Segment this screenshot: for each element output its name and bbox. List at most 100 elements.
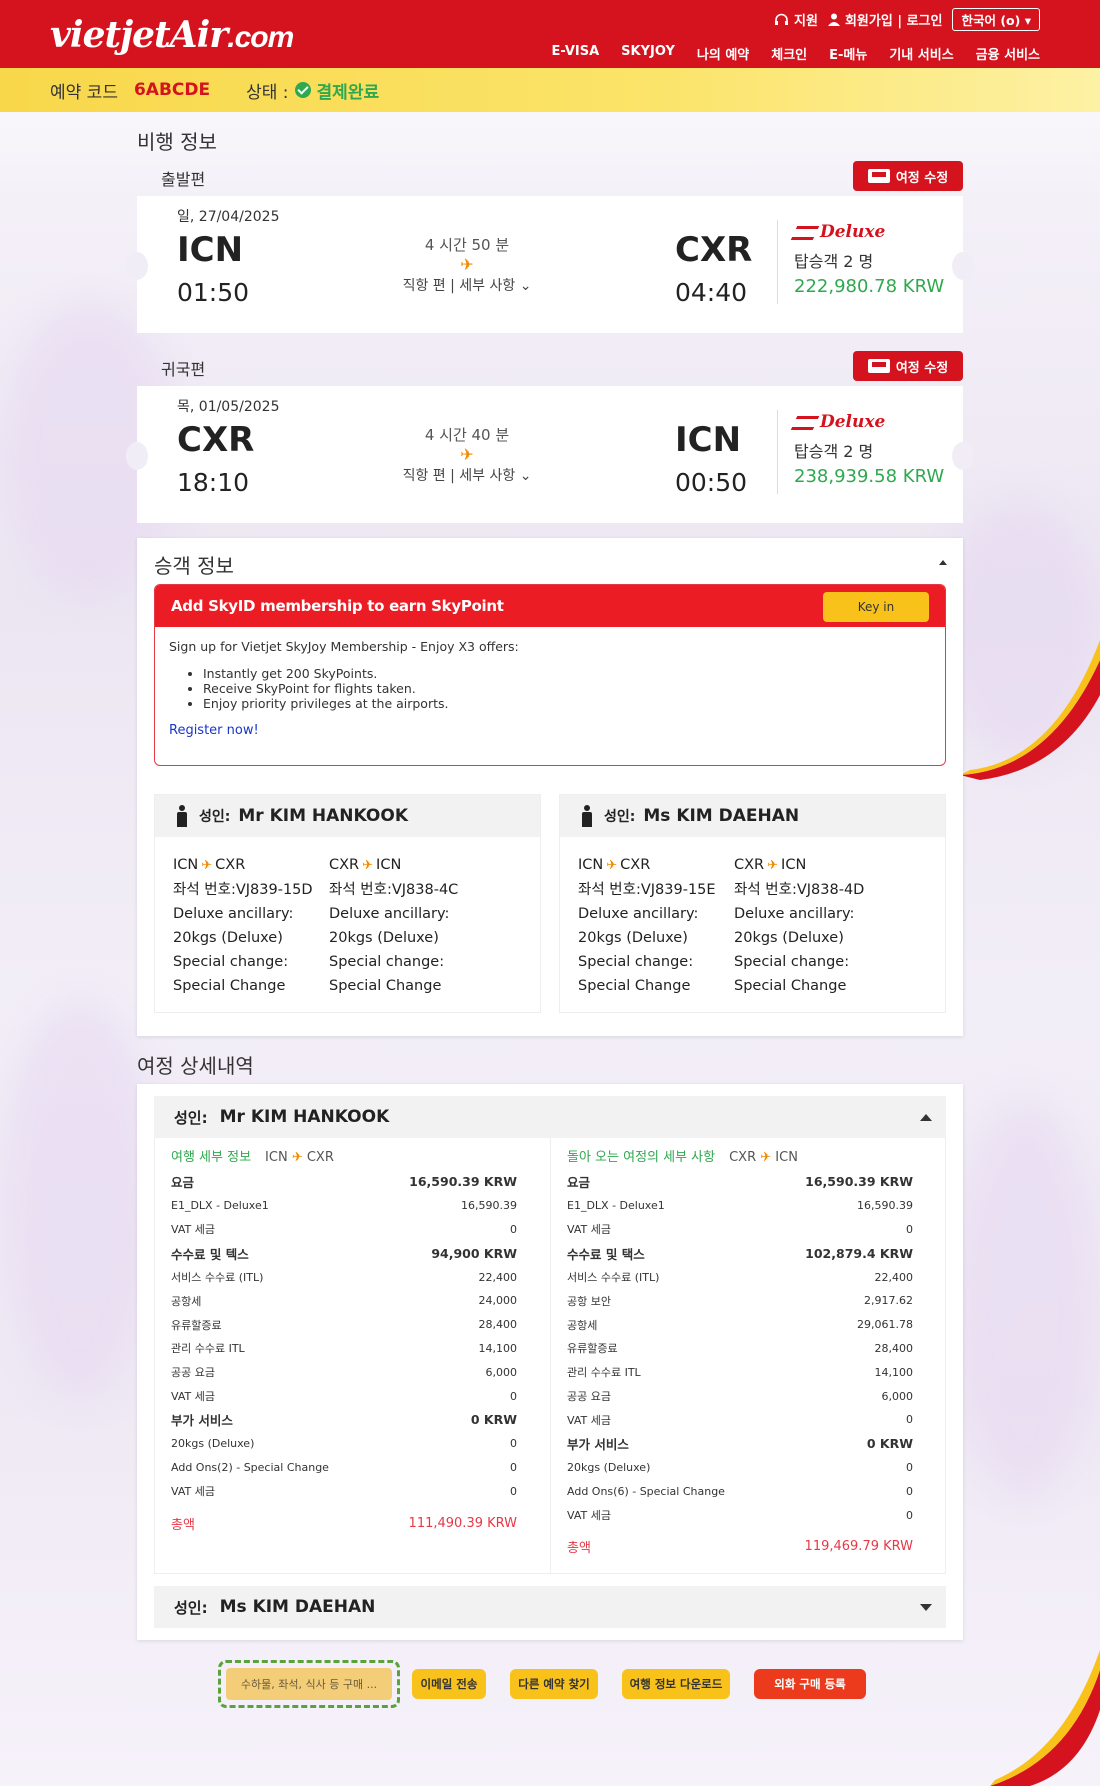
collapse-icon[interactable]	[920, 1114, 932, 1121]
vietjet-logo[interactable]: vietjetAir.com	[50, 14, 294, 56]
breakdown-rows: 요금 16,590.39 KRW E1_DLX - Deluxe1 16,590.39…	[171, 1170, 517, 1503]
person-icon	[582, 805, 592, 827]
ancillary: Deluxe ancillary: 20kgs (Deluxe)	[173, 906, 294, 946]
fee-value: 94,900 KRW	[431, 1245, 517, 1261]
status-badge: 결제완료	[316, 82, 380, 103]
top-header: vietjetAir.com 지원 회원가입 | 로그인 한국어 (o) ▾ E…	[0, 0, 1100, 68]
passenger-leg: ICN ✈ CXR 좌석 번호:VJ839-15E Deluxe ancillary…	[578, 853, 743, 998]
passenger-name: Ms KIM DAEHAN	[643, 806, 800, 826]
special-change: Special change: Special Change	[734, 954, 850, 994]
download-itinerary-button[interactable]: 여행 정보 다운로드	[622, 1669, 730, 1699]
fee-value: 16,590.39	[461, 1199, 517, 1213]
card-notch	[952, 252, 974, 280]
fee-row: 수수료 및 택스 102,879.4 KRW	[567, 1241, 913, 1265]
total-row: 총액 119,469.79 KRW	[567, 1539, 913, 1557]
chevron-down-icon: ⌄	[519, 468, 532, 484]
ancillary: Deluxe ancillary: 20kgs (Deluxe)	[578, 906, 699, 946]
nav-checkin[interactable]: 체크인	[771, 44, 807, 63]
flight-duration-block: 4 시간 40 분 ✈ 직항 편 | 세부 사항 ⌄	[367, 424, 567, 485]
expand-icon[interactable]	[920, 1604, 932, 1611]
fx-purchase-button[interactable]: 외화 구매 등록	[754, 1669, 866, 1699]
fee-value: 14,100	[478, 1341, 518, 1355]
register-link[interactable]: Register now!	[169, 723, 931, 738]
fee-label: 공공 요금	[171, 1366, 215, 1380]
inbound-label: 귀국편	[161, 360, 206, 379]
fee-value: 6,000	[881, 1389, 914, 1403]
fee-label: 수수료 및 텍스	[171, 1246, 249, 1262]
arrival-time: 00:50	[675, 468, 748, 497]
passenger-type: 성인:	[199, 809, 231, 825]
fee-value: 0 KRW	[866, 1436, 913, 1452]
skyid-benefits: Instantly get 200 SkyPoints. Receive Sky…	[203, 666, 931, 711]
fee-row: VAT 세금 0	[171, 1384, 517, 1408]
fee-row: 유류할증료 28,400	[567, 1337, 913, 1361]
fee-label: VAT 세금	[171, 1223, 215, 1237]
flight-info-title: 비행 정보	[137, 130, 217, 154]
find-other-booking-button[interactable]: 다른 예약 찾기	[510, 1669, 598, 1699]
departure-time: 18:10	[177, 468, 250, 497]
fee-label: 공공 요금	[567, 1390, 611, 1404]
booking-code: 6ABCDE	[133, 80, 211, 100]
fee-label: 유류할증료	[171, 1318, 222, 1332]
plane-icon: ✈	[291, 1150, 303, 1165]
outbound-label: 출발편	[161, 170, 206, 189]
flight-detail-link[interactable]: 직항 편 | 세부 사항 ⌄	[367, 465, 567, 485]
fee-label: E1_DLX - Deluxe1	[567, 1199, 665, 1213]
plane-icon: ✈	[460, 255, 474, 274]
fee-row: 요금 16,590.39 KRW	[171, 1170, 517, 1194]
nav-e-menu[interactable]: E-메뉴	[829, 44, 867, 63]
passenger-leg: ICN ✈ CXR 좌석 번호:VJ839-15D Deluxe ancillary…	[173, 853, 338, 998]
fee-row: 공공 요금 6,000	[567, 1384, 913, 1408]
fee-row: VAT 세금 0	[171, 1218, 517, 1242]
flight-date: 일, 27/04/2025	[177, 209, 280, 225]
flight-detail-link[interactable]: 직항 편 | 세부 사항 ⌄	[367, 275, 567, 295]
fee-row: 관리 수수료 ITL 14,100	[567, 1360, 913, 1384]
fee-value: 0	[906, 1413, 913, 1427]
passenger-name: Ms KIM DAEHAN	[219, 1597, 376, 1617]
leg-route: ICN ✈ CXR	[173, 857, 246, 873]
passenger-details-header-collapsed[interactable]: 성인: Ms KIM DAEHAN	[154, 1586, 946, 1628]
action-bar: 수하물, 좌석, 식사 등 구매 ... 이메일 전송 다른 예약 찾기 여행 …	[0, 1660, 1100, 1720]
headset-icon	[775, 13, 789, 25]
keyin-button[interactable]: Key in	[823, 592, 929, 622]
fee-value: 16,590.39 KRW	[805, 1174, 913, 1190]
send-email-button[interactable]: 이메일 전송	[412, 1669, 486, 1699]
nav-financial-service[interactable]: 금융 서비스	[976, 44, 1040, 63]
passenger-details-header[interactable]: 성인: Mr KIM HANKOOK	[154, 1096, 946, 1138]
nav-evisa[interactable]: E-VISA	[552, 44, 600, 63]
modify-outbound-button[interactable]: 여정 수정	[853, 161, 963, 191]
language-select[interactable]: 한국어 (o) ▾	[952, 8, 1040, 31]
passenger-info-title: 승객 정보	[154, 554, 234, 578]
itinerary-details-title: 여정 상세내역	[137, 1054, 254, 1078]
passenger-type: 성인:	[174, 1108, 208, 1127]
breakdown-rows: 요금 16,590.39 KRW E1_DLX - Deluxe1 16,590.39…	[567, 1170, 913, 1527]
collapse-icon[interactable]	[939, 560, 947, 565]
departure-time: 01:50	[177, 278, 250, 307]
inbound-flight-card: 목, 01/05/2025 CXR 18:10 4 시간 40 분 ✈ 직항 편…	[126, 386, 974, 523]
purchase-addons-button[interactable]: 수하물, 좌석, 식사 등 구매 ...	[218, 1660, 400, 1708]
fee-row: 공항세 24,000	[171, 1289, 517, 1313]
leg-route: CXR ✈ ICN	[734, 857, 807, 873]
deluxe-logo: Deluxe	[790, 222, 944, 242]
divider	[777, 410, 778, 494]
fee-row: 공공 요금 6,000	[171, 1360, 517, 1384]
modify-inbound-button[interactable]: 여정 수정	[853, 351, 963, 381]
fee-label: VAT 세금	[567, 1223, 611, 1237]
fee-value: 0	[510, 1437, 517, 1451]
fee-row: 유류할증료 28,400	[171, 1313, 517, 1337]
fee-row: 서비스 수수료 (ITL) 22,400	[171, 1265, 517, 1289]
fee-row: VAT 세금 0	[567, 1218, 913, 1242]
flight-duration: 4 시간 40 분	[424, 426, 510, 444]
list-item: Enjoy priority privileges at the airport…	[203, 696, 931, 711]
seat-number: 좌석 번호:VJ839-15D	[173, 882, 313, 898]
fee-row: E1_DLX - Deluxe1 16,590.39	[567, 1194, 913, 1218]
plane-icon: ✈	[767, 858, 779, 873]
nav-my-booking[interactable]: 나의 예약	[697, 44, 749, 63]
fee-label: VAT 세금	[567, 1509, 611, 1523]
fare-summary: Deluxe 탑승객 2 명 222,980.78 KRW	[790, 222, 945, 297]
nav-skyjoy[interactable]: SKYJOY	[621, 44, 675, 63]
flight-price: 222,980.78 KRW	[794, 276, 945, 297]
signup-login-link[interactable]: 회원가입 | 로그인	[827, 10, 942, 29]
support-link[interactable]: 지원	[774, 10, 818, 29]
nav-inflight-service[interactable]: 기내 서비스	[889, 44, 953, 63]
